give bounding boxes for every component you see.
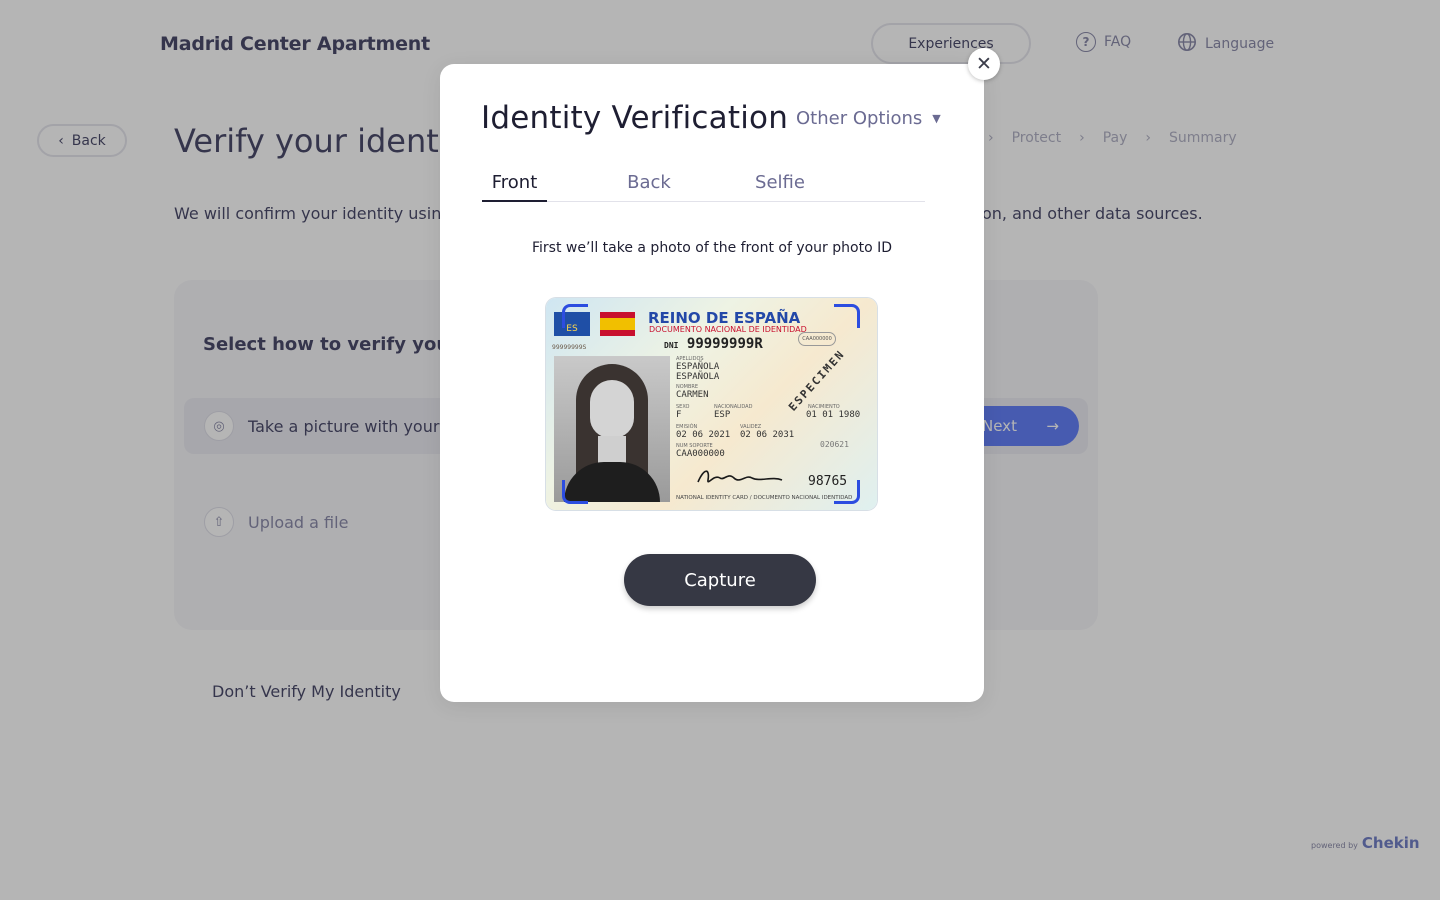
id-name: CARMEN: [676, 390, 709, 400]
id-support: CAA000000: [676, 449, 725, 459]
id-nationality: ESP: [714, 410, 731, 420]
chevron-down-icon: ▼: [932, 112, 941, 125]
close-modal-button[interactable]: ✕: [968, 48, 1000, 80]
modal-title: Identity Verification: [481, 100, 789, 136]
scan-corner-bottom-right: [834, 480, 860, 504]
id-sex: F: [676, 410, 682, 420]
scan-corner-top-right: [834, 304, 860, 328]
id-surname-1: ESPAÑOLA: [676, 362, 720, 372]
capture-button[interactable]: Capture: [624, 554, 816, 606]
id-birth: 01 01 1980: [806, 410, 861, 420]
scan-corner-bottom-left: [562, 480, 588, 504]
tab-front[interactable]: Front: [482, 172, 547, 202]
other-options-dropdown[interactable]: Other Options ▼: [796, 108, 941, 129]
tab-back[interactable]: Back: [625, 172, 673, 202]
id-small-number: 99999999S: [552, 344, 587, 351]
id-code: 020621: [820, 440, 849, 449]
capture-instruction: First we’ll take a photo of the front of…: [532, 240, 892, 256]
other-options-label: Other Options: [796, 108, 923, 129]
capture-tabs: Front Back Selfie: [482, 172, 925, 202]
id-chip-code: CAA000000: [798, 332, 836, 346]
tab-selfie[interactable]: Selfie: [755, 172, 805, 202]
scan-corner-top-left: [562, 304, 588, 328]
id-dni-label: DNI: [664, 341, 679, 350]
close-icon: ✕: [976, 53, 992, 75]
spain-flag-icon: [600, 312, 635, 336]
id-dni-number: 99999999R: [686, 336, 763, 352]
id-dni-line: DNI 99999999R: [664, 336, 763, 352]
id-issue: 02 06 2021: [676, 430, 731, 440]
identity-verification-modal: Identity Verification Other Options ▼ Fr…: [440, 64, 984, 702]
id-validity: 02 06 2031: [740, 430, 795, 440]
id-card-preview: ES REINO DE ESPAÑA DOCUMENTO NACIONAL DE…: [546, 298, 877, 510]
id-surname-2: ESPAÑOLA: [676, 372, 720, 382]
id-doc-type: DOCUMENTO NACIONAL DE IDENTIDAD: [649, 325, 807, 334]
id-signature: [694, 464, 784, 495]
id-footer: NATIONAL IDENTITY CARD / DOCUMENTO NACIO…: [676, 495, 853, 501]
